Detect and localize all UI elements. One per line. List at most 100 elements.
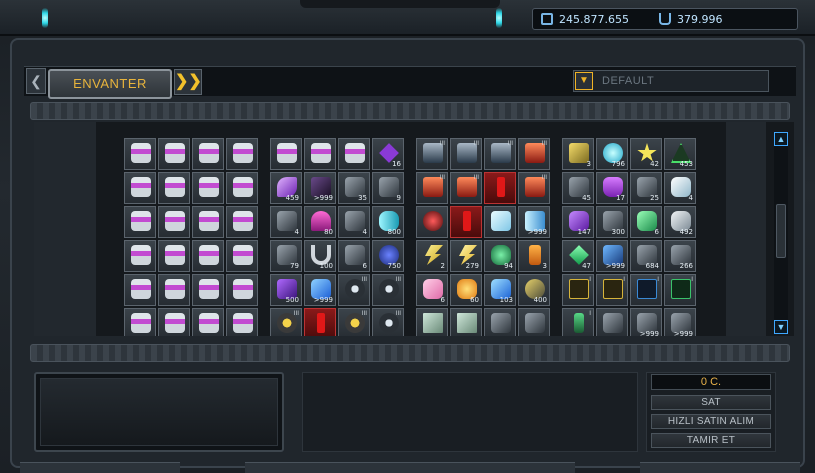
- inventory-slot[interactable]: [226, 206, 258, 238]
- inventory-slot[interactable]: 796: [596, 138, 628, 170]
- inventory-slot[interactable]: [416, 206, 448, 238]
- inventory-slot[interactable]: [158, 274, 190, 306]
- inventory-slot[interactable]: [304, 138, 336, 170]
- inventory-slot[interactable]: 6: [416, 274, 448, 306]
- inventory-slot[interactable]: III: [270, 308, 302, 336]
- inventory-slot[interactable]: 500: [270, 274, 302, 306]
- inventory-slot[interactable]: >999: [630, 308, 662, 336]
- inventory-slot[interactable]: [416, 308, 448, 336]
- inventory-slot[interactable]: 25: [630, 172, 662, 204]
- sell-button[interactable]: SAT: [651, 395, 771, 410]
- inventory-slot[interactable]: [226, 138, 258, 170]
- inventory-slot[interactable]: 6: [338, 240, 370, 272]
- inventory-slot[interactable]: [450, 308, 482, 336]
- inventory-slot[interactable]: [518, 308, 550, 336]
- inventory-slot[interactable]: [124, 274, 156, 306]
- inventory-slot[interactable]: I: [596, 274, 628, 306]
- inventory-slot[interactable]: [484, 308, 516, 336]
- inventory-slot[interactable]: III: [450, 138, 482, 170]
- inventory-slot[interactable]: >999: [596, 240, 628, 272]
- inventory-scrollbar[interactable]: ▲ ▼: [774, 132, 788, 334]
- scroll-up-button[interactable]: ▲: [774, 132, 788, 146]
- inventory-slot[interactable]: 492: [664, 206, 696, 238]
- inventory-slot[interactable]: 100: [304, 240, 336, 272]
- inventory-slot[interactable]: 266: [664, 240, 696, 272]
- inventory-slot[interactable]: 45: [562, 172, 594, 204]
- inventory-slot[interactable]: 750: [372, 240, 404, 272]
- dropdown-arrow-icon[interactable]: ▼: [575, 72, 593, 90]
- inventory-slot[interactable]: [192, 138, 224, 170]
- inventory-slot[interactable]: 103: [484, 274, 516, 306]
- inventory-slot[interactable]: III: [450, 172, 482, 204]
- inventory-slot[interactable]: [596, 308, 628, 336]
- inventory-slot[interactable]: 42: [630, 138, 662, 170]
- inventory-slot[interactable]: 4: [338, 206, 370, 238]
- repair-button[interactable]: TAMIR ET: [651, 433, 771, 448]
- inventory-slot[interactable]: [226, 172, 258, 204]
- quick-buy-button[interactable]: HIZLI SATIN ALIM: [651, 414, 771, 429]
- inventory-slot[interactable]: [158, 206, 190, 238]
- inventory-slot[interactable]: 147: [562, 206, 594, 238]
- inventory-slot[interactable]: 4: [664, 172, 696, 204]
- inventory-slot[interactable]: [484, 206, 516, 238]
- tab-envanter[interactable]: ENVANTER: [48, 69, 172, 99]
- inventory-slot[interactable]: [270, 138, 302, 170]
- inventory-slot[interactable]: 47: [562, 240, 594, 272]
- inventory-slot[interactable]: [226, 274, 258, 306]
- inventory-slot[interactable]: 279: [450, 240, 482, 272]
- inventory-slot[interactable]: III: [372, 308, 404, 336]
- inventory-slot[interactable]: III: [372, 274, 404, 306]
- inventory-slot[interactable]: I: [562, 274, 594, 306]
- inventory-slot[interactable]: 80: [304, 206, 336, 238]
- next-tab-button[interactable]: ❯❯: [174, 69, 202, 95]
- inventory-slot[interactable]: 35: [338, 172, 370, 204]
- inventory-slot[interactable]: III: [416, 172, 448, 204]
- inventory-slot[interactable]: 400: [518, 274, 550, 306]
- inventory-slot[interactable]: I: [630, 274, 662, 306]
- inventory-slot[interactable]: 4: [270, 206, 302, 238]
- inventory-slot[interactable]: 9: [372, 172, 404, 204]
- inventory-slot[interactable]: >999: [304, 172, 336, 204]
- inventory-slot[interactable]: [226, 240, 258, 272]
- inventory-slot[interactable]: [158, 240, 190, 272]
- inventory-slot[interactable]: [192, 308, 224, 336]
- prev-tab-button[interactable]: ❮: [26, 68, 46, 94]
- inventory-slot[interactable]: 453: [664, 138, 696, 170]
- inventory-slot[interactable]: 6: [630, 206, 662, 238]
- inventory-slot[interactable]: >999: [664, 308, 696, 336]
- inventory-slot[interactable]: III: [518, 172, 550, 204]
- inventory-slot[interactable]: 16: [372, 138, 404, 170]
- inventory-slot[interactable]: [304, 308, 336, 336]
- inventory-slot[interactable]: [158, 138, 190, 170]
- inventory-slot[interactable]: [484, 172, 516, 204]
- inventory-slot[interactable]: III: [484, 138, 516, 170]
- inventory-slot[interactable]: 300: [596, 206, 628, 238]
- inventory-slot[interactable]: [192, 274, 224, 306]
- inventory-slot[interactable]: 459: [270, 172, 302, 204]
- inventory-slot[interactable]: [124, 308, 156, 336]
- inventory-slot[interactable]: III: [416, 138, 448, 170]
- inventory-slot[interactable]: [158, 172, 190, 204]
- inventory-slot[interactable]: [226, 308, 258, 336]
- inventory-slot[interactable]: [338, 138, 370, 170]
- inventory-slot[interactable]: 2: [416, 240, 448, 272]
- inventory-slot[interactable]: [192, 172, 224, 204]
- inventory-slot[interactable]: [192, 206, 224, 238]
- inventory-slot[interactable]: 684: [630, 240, 662, 272]
- scroll-down-button[interactable]: ▼: [774, 320, 788, 334]
- inventory-slot[interactable]: 79: [270, 240, 302, 272]
- inventory-slot[interactable]: [192, 240, 224, 272]
- inventory-slot[interactable]: [158, 308, 190, 336]
- scroll-thumb[interactable]: [776, 204, 786, 258]
- inventory-slot[interactable]: III: [338, 274, 370, 306]
- inventory-slot[interactable]: [450, 206, 482, 238]
- inventory-slot[interactable]: I: [562, 308, 594, 336]
- sort-dropdown[interactable]: ▼ DEFAULT: [573, 70, 769, 92]
- inventory-slot[interactable]: 800: [372, 206, 404, 238]
- inventory-slot[interactable]: 3: [562, 138, 594, 170]
- inventory-slot[interactable]: >999: [304, 274, 336, 306]
- inventory-slot[interactable]: >999: [518, 206, 550, 238]
- inventory-slot[interactable]: III: [338, 308, 370, 336]
- inventory-slot[interactable]: [124, 240, 156, 272]
- inventory-slot[interactable]: 17: [596, 172, 628, 204]
